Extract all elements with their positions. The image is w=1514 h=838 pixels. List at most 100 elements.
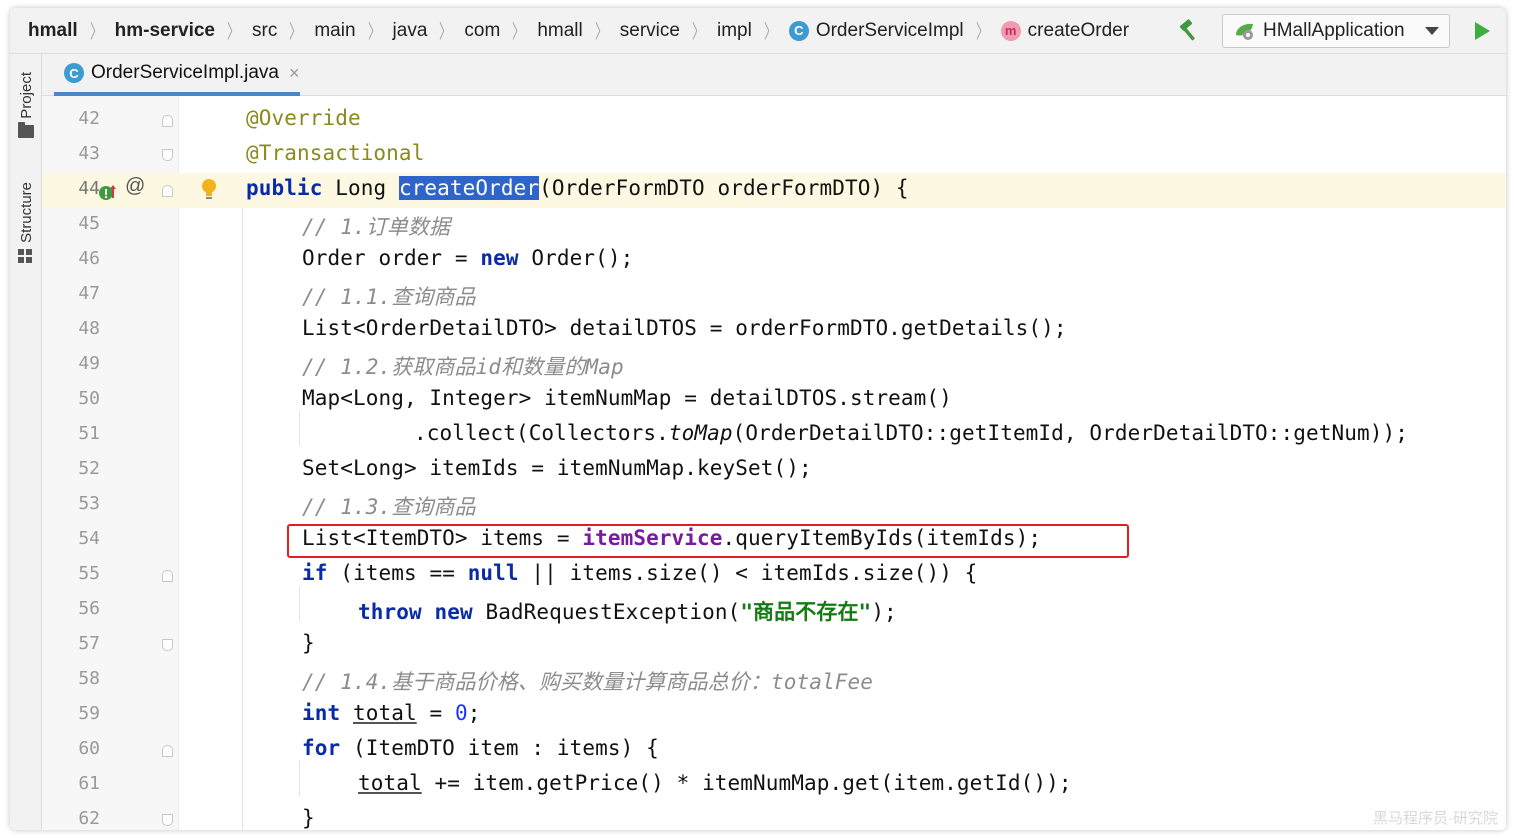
selected-method-name: createOrder — [398, 176, 540, 200]
breadcrumb-item[interactable]: com — [464, 20, 500, 42]
code-token: (ItemDTO item : items) { — [340, 736, 659, 760]
breadcrumb-separator: 〉 — [289, 22, 303, 43]
editor-tab-bar: C OrderServiceImpl.java × — [42, 54, 1506, 96]
code-text: List<OrderDetailDTO> detailDTOS = orderF… — [302, 316, 1067, 340]
keyword-token: new — [434, 600, 473, 624]
number-token: 0 — [454, 701, 468, 725]
line-number: 43 — [78, 143, 100, 164]
at-annotation-icon[interactable]: @ — [125, 175, 145, 198]
comment-token: // 1.2.获取商品id和数量的Map — [302, 355, 624, 379]
highlight-box — [287, 524, 1129, 558]
project-tool-tab[interactable]: Project — [14, 72, 38, 138]
code-text: .collect(Collectors.toMap(OrderDetailDTO… — [414, 421, 1408, 445]
breadcrumb-separator: 〉 — [594, 22, 608, 43]
breadcrumb-separator: 〉 — [367, 22, 381, 43]
code-line: 50 Map<Long, Integer> itemNumMap = detai… — [42, 383, 1506, 418]
breadcrumb-class[interactable]: C OrderServiceImpl — [788, 19, 964, 42]
structure-tool-tab[interactable]: Structure — [14, 182, 38, 263]
close-icon[interactable]: × — [289, 63, 300, 84]
line-number: 50 — [78, 388, 100, 409]
ide-window: hmall 〉 hm-service 〉 src 〉 main 〉 java 〉… — [10, 8, 1506, 830]
code-text: } — [302, 631, 315, 655]
line-number: 46 — [78, 248, 100, 269]
breadcrumb-item[interactable]: src — [252, 20, 277, 42]
code-token: Order(); — [518, 246, 634, 270]
line-number: 55 — [78, 563, 100, 584]
variable-token: total — [358, 771, 422, 795]
fold-marker-icon[interactable] — [162, 814, 173, 826]
navigation-bar: hmall 〉 hm-service 〉 src 〉 main 〉 java 〉… — [10, 8, 1506, 54]
comment-token: // 1.4.基于商品价格、购买数量计算商品总价：totalFee — [302, 670, 873, 694]
keyword-token: new — [480, 246, 519, 270]
line-number: 58 — [78, 668, 100, 689]
code-line: 48 List<OrderDetailDTO> detailDTOS = ord… — [42, 313, 1506, 348]
breadcrumb-item[interactable]: hmall — [537, 20, 582, 42]
code-token: (items == — [327, 561, 468, 585]
line-number: 51 — [78, 423, 100, 444]
code-token: ; — [467, 701, 481, 725]
annotation-token: @Override — [246, 106, 361, 130]
code-text: // 1.1.查询商品 — [302, 281, 476, 311]
code-line: 43 @Transactional — [42, 138, 1506, 173]
fold-marker-icon[interactable] — [162, 570, 173, 582]
fold-marker-icon[interactable] — [162, 745, 173, 757]
comment-token: // 1.1.查询商品 — [302, 285, 476, 309]
fold-marker-icon[interactable] — [162, 115, 173, 127]
line-number: 42 — [78, 108, 100, 129]
line-number: 44 — [78, 178, 100, 199]
build-hammer-icon[interactable] — [1174, 16, 1204, 46]
line-number: 60 — [78, 738, 100, 759]
code-line: 57 } — [42, 628, 1506, 663]
keyword-token: for — [302, 736, 341, 760]
line-number: 52 — [78, 458, 100, 479]
code-line: 53 // 1.3.查询商品 — [42, 488, 1506, 523]
breadcrumb-separator: 〉 — [975, 22, 989, 43]
code-line: 55 if (items == null || items.size() < i… — [42, 558, 1506, 593]
code-line: 46 Order order = new Order(); — [42, 243, 1506, 278]
code-token: || items.size() < itemIds.size()) { — [518, 561, 978, 585]
code-token: = — [416, 701, 455, 725]
breadcrumb-item[interactable]: hmall — [28, 20, 78, 42]
code-token: BadRequestException( — [472, 600, 741, 624]
editor-tab-orderserviceimpl[interactable]: C OrderServiceImpl.java × — [54, 54, 300, 96]
fold-marker-icon[interactable] — [162, 185, 173, 197]
fold-marker-icon[interactable] — [162, 639, 173, 651]
breadcrumb-item[interactable]: main — [314, 20, 355, 42]
implementing-method-icon[interactable] — [98, 182, 118, 202]
code-line: 52 Set<Long> itemIds = itemNumMap.keySet… — [42, 453, 1506, 488]
breadcrumb-method-label: createOrder — [1027, 19, 1130, 41]
tool-window-strip: Project Structure — [10, 54, 42, 830]
code-line: 59 int total = 0; — [42, 698, 1506, 733]
spring-boot-config-icon — [1236, 23, 1253, 40]
fold-marker-icon[interactable] — [162, 149, 173, 161]
variable-token: total — [352, 701, 417, 725]
line-number: 59 — [78, 703, 100, 724]
code-text: public Long createOrder(OrderFormDTO ord… — [246, 176, 909, 200]
code-editor[interactable]: 42 @Override 43 @Transactional 44 @ publ… — [42, 96, 1506, 830]
line-number: 53 — [78, 493, 100, 514]
line-number: 56 — [78, 598, 100, 619]
watermark: 黑马程序员·研究院 — [1373, 810, 1498, 827]
breadcrumb-item[interactable]: java — [393, 20, 428, 42]
lightbulb-intention-icon[interactable] — [200, 178, 218, 202]
breadcrumb-method[interactable]: m createOrder — [1000, 19, 1130, 42]
code-line: 42 @Override — [42, 103, 1506, 138]
breadcrumb-item[interactable]: hm-service — [115, 20, 215, 42]
code-token: (OrderFormDTO orderFormDTO) { — [539, 176, 909, 200]
breadcrumb-separator: 〉 — [512, 22, 526, 43]
code-text: int total = 0; — [302, 701, 480, 725]
run-configuration-dropdown[interactable]: HMallApplication — [1222, 14, 1450, 48]
code-line: 61 total += item.getPrice() * itemNumMap… — [42, 768, 1506, 803]
run-play-icon[interactable] — [1470, 19, 1494, 43]
line-number: 49 — [78, 353, 100, 374]
code-text: for (ItemDTO item : items) { — [302, 736, 659, 760]
breadcrumb-class-label: OrderServiceImpl — [815, 19, 964, 41]
breadcrumb-separator: 〉 — [691, 22, 706, 43]
code-text: @Override — [246, 106, 361, 130]
breadcrumb-separator: 〉 — [226, 22, 241, 43]
keyword-token: public — [246, 176, 323, 200]
breadcrumb-item[interactable]: service — [620, 20, 680, 42]
breadcrumb-item[interactable]: impl — [717, 20, 752, 42]
